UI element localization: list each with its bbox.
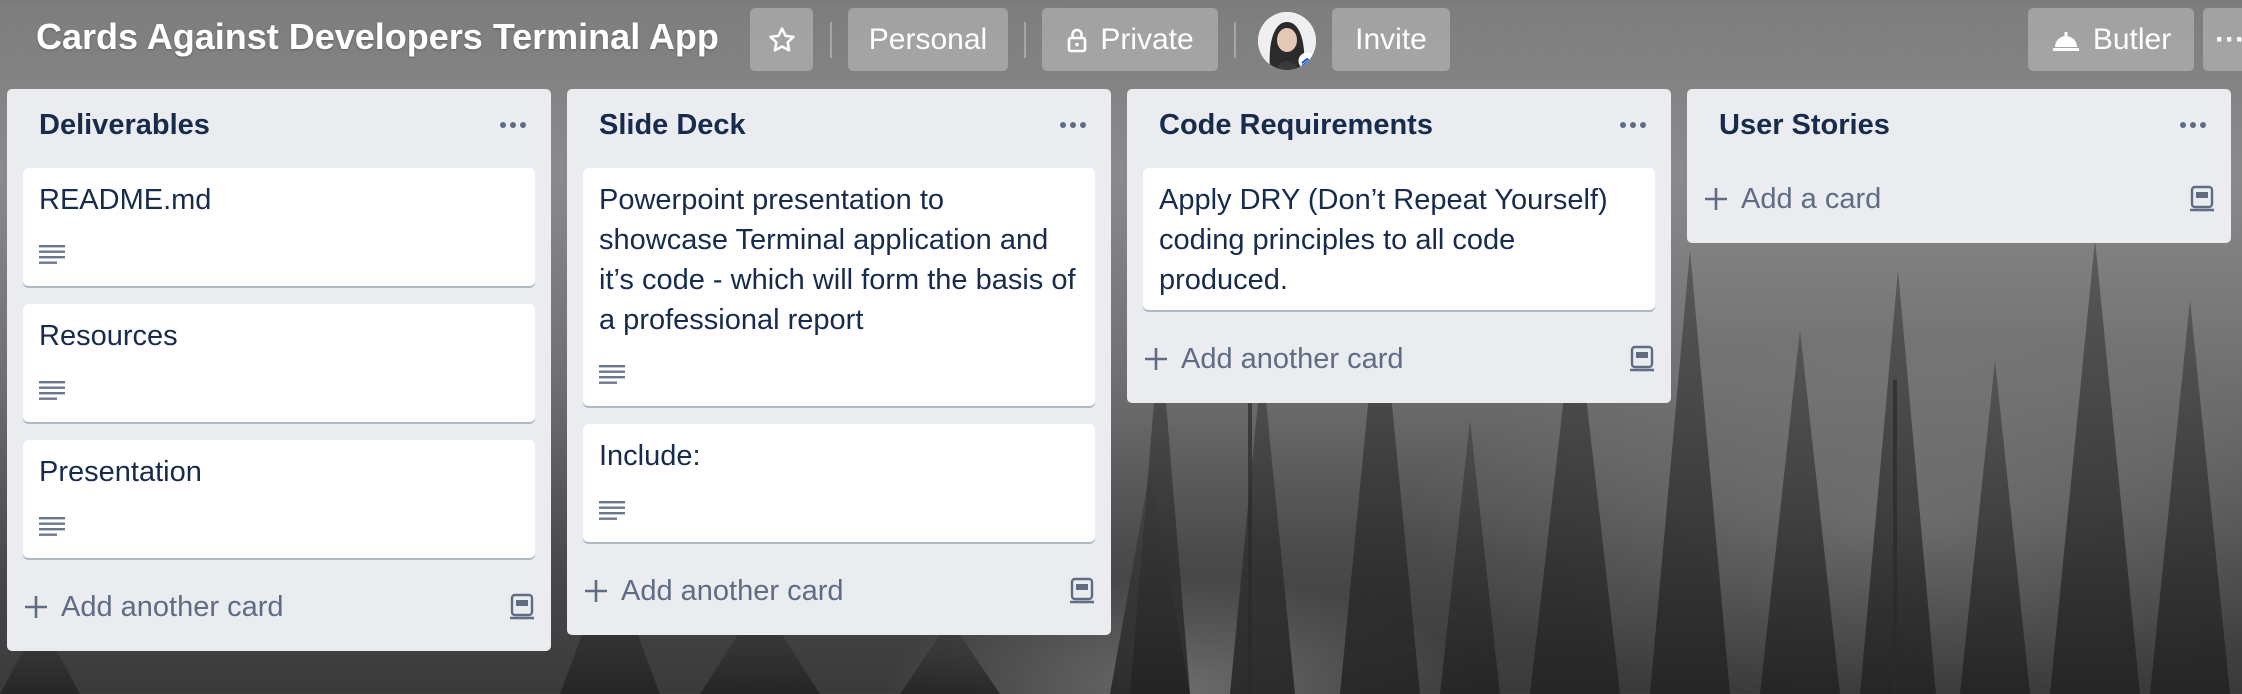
card-title: Include: (599, 440, 701, 472)
add-card-label: Add another card (621, 574, 844, 607)
privacy-button[interactable]: Private (1042, 8, 1218, 71)
star-icon (768, 26, 795, 52)
show-menu-button[interactable]: ··· (2203, 8, 2242, 71)
add-card-label: Add a card (1741, 182, 1882, 215)
create-from-template-icon[interactable] (1627, 344, 1657, 374)
create-from-template-icon[interactable] (1067, 576, 1097, 606)
list-menu-button[interactable] (2173, 105, 2213, 145)
butler-button[interactable]: Butler (2028, 8, 2194, 71)
more-horizontal-icon (2180, 122, 2206, 128)
list-menu-button[interactable] (1613, 105, 1653, 145)
star-board-button[interactable] (750, 8, 813, 71)
add-card-button[interactable]: Add another card (583, 564, 843, 618)
header-divider (830, 22, 832, 58)
add-card-label: Add another card (1181, 342, 1404, 375)
list-user-stories: User Stories Add a card (1687, 89, 2231, 243)
board-header: Cards Against Developers Terminal App Pe… (0, 0, 2242, 80)
team-label: Personal (868, 22, 988, 56)
plus-icon (25, 596, 47, 618)
description-icon (39, 381, 65, 400)
card-title: README.md (39, 184, 212, 216)
more-horizontal-icon (500, 122, 526, 128)
plus-icon (1145, 348, 1167, 370)
description-icon (599, 501, 625, 520)
list-code-requirements: Code Requirements Apply DRY (Don’t Repea… (1127, 89, 1671, 403)
description-icon (599, 365, 625, 384)
description-icon (39, 517, 65, 536)
card[interactable]: Presentation (23, 440, 535, 558)
list-menu-button[interactable] (1053, 105, 1093, 145)
member-avatar[interactable] (1258, 12, 1316, 70)
card-title: Apply DRY (Don’t Repeat Yourself) coding… (1159, 184, 1608, 296)
list-slide-deck: Slide Deck Powerpoint presentation to sh… (567, 89, 1111, 635)
team-visibility-button[interactable]: Personal (848, 8, 1008, 71)
plus-icon (585, 580, 607, 602)
more-dots: ··· (2215, 22, 2242, 56)
add-card-button[interactable]: Add another card (23, 580, 283, 634)
card[interactable]: README.md (23, 168, 535, 286)
card-title: Resources (39, 320, 178, 352)
add-card-label: Add another card (61, 590, 284, 623)
list-title[interactable]: Code Requirements (1159, 109, 1433, 142)
description-icon (39, 245, 65, 264)
invite-button[interactable]: Invite (1332, 8, 1450, 71)
invite-label: Invite (1355, 22, 1427, 56)
more-horizontal-icon (1620, 122, 1646, 128)
card[interactable]: Resources (23, 304, 535, 422)
butler-bell-icon (2052, 31, 2079, 51)
header-divider (1024, 22, 1026, 58)
add-card-button[interactable]: Add a card (1703, 172, 1881, 226)
list-title[interactable]: Deliverables (39, 109, 210, 142)
plus-icon (1705, 188, 1727, 210)
butler-label: Butler (2092, 22, 2172, 56)
create-from-template-icon[interactable] (507, 592, 537, 622)
list-title[interactable]: User Stories (1719, 109, 1890, 142)
card[interactable]: Include: (583, 424, 1095, 542)
create-from-template-icon[interactable] (2187, 184, 2217, 214)
privacy-label: Private (1100, 22, 1194, 56)
more-horizontal-icon (1060, 122, 1086, 128)
lock-icon (1068, 28, 1087, 52)
admin-chevron-icon (1298, 52, 1316, 70)
list-title[interactable]: Slide Deck (599, 109, 746, 142)
board-title[interactable]: Cards Against Developers Terminal App (36, 16, 719, 58)
list-menu-button[interactable] (493, 105, 533, 145)
card-title: Powerpoint presentation to showcase Term… (599, 184, 1076, 336)
add-card-button[interactable]: Add another card (1143, 332, 1403, 386)
header-divider (1234, 22, 1236, 58)
card[interactable]: Powerpoint presentation to showcase Term… (583, 168, 1095, 406)
list-deliverables: Deliverables README.md Resources Present… (7, 89, 551, 651)
card-title: Presentation (39, 456, 202, 488)
card[interactable]: Apply DRY (Don’t Repeat Yourself) coding… (1143, 168, 1655, 310)
